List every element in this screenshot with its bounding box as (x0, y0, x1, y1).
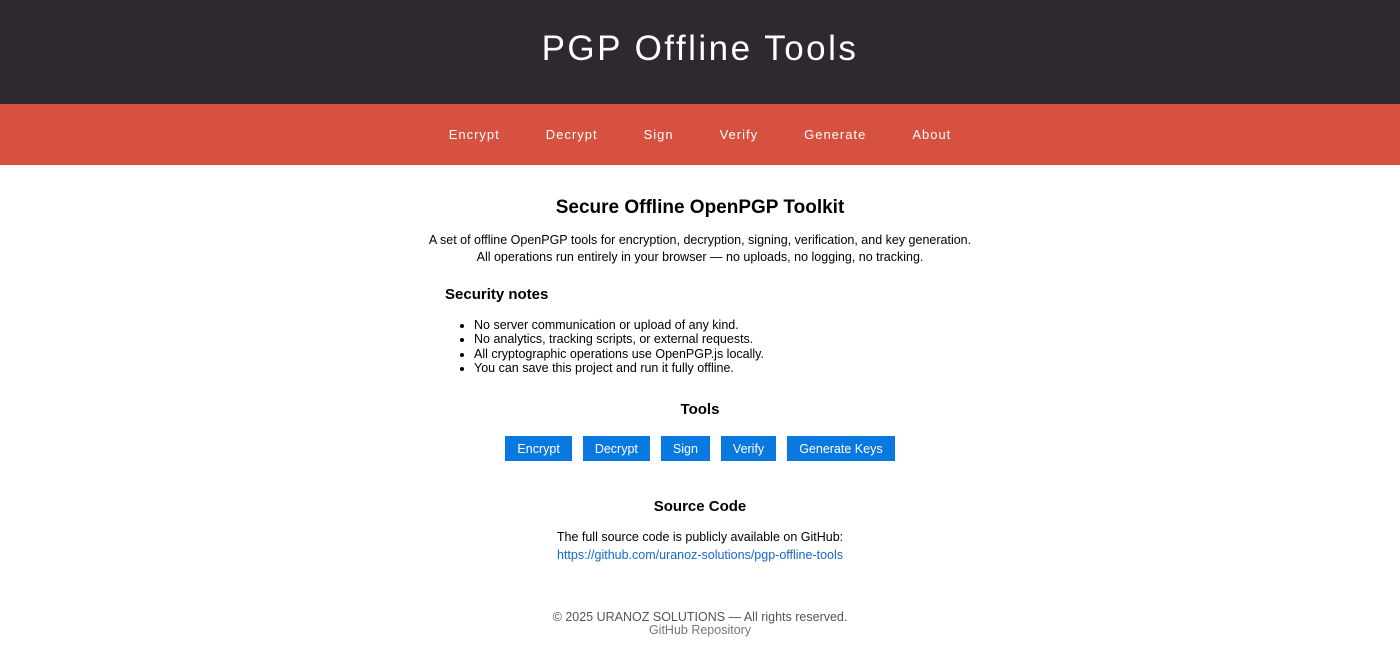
security-notes-heading: Security notes (445, 286, 549, 303)
decrypt-button[interactable]: Decrypt (582, 436, 650, 461)
intro-line-1: A set of offline OpenPGP tools for encry… (428, 233, 972, 247)
github-source-link[interactable]: https://github.com/uranoz-solutions/pgp-… (557, 548, 843, 562)
nav-generate-link[interactable]: Generate (804, 127, 866, 142)
security-notes-list: No server communication or upload of any… (445, 318, 764, 375)
list-item: All cryptographic operations use OpenPGP… (474, 347, 764, 361)
nav-encrypt-link[interactable]: Encrypt (449, 127, 500, 142)
verify-button[interactable]: Verify (720, 436, 777, 461)
sign-button[interactable]: Sign (660, 436, 710, 461)
page-title: Secure Offline OpenPGP Toolkit (555, 197, 845, 218)
site-title: PGP Offline Tools (541, 29, 859, 68)
nav-verify-link[interactable]: Verify (720, 127, 759, 142)
nav-sign-link[interactable]: Sign (644, 127, 674, 142)
main-nav: Encrypt Decrypt Sign Verify Generate Abo… (0, 104, 1400, 165)
list-item: No server communication or upload of any… (474, 318, 764, 332)
list-item: No analytics, tracking scripts, or exter… (474, 332, 764, 346)
encrypt-button[interactable]: Encrypt (505, 436, 572, 461)
site-footer: © 2025 URANOZ SOLUTIONS — All rights res… (0, 611, 1400, 637)
tools-button-group: Encrypt Decrypt Sign Verify Generate Key… (445, 436, 955, 461)
source-code-section: The full source code is publicly availab… (445, 529, 955, 564)
site-header: PGP Offline Tools (0, 0, 1400, 104)
generate-keys-button[interactable]: Generate Keys (787, 436, 895, 461)
list-item: You can save this project and run it ful… (474, 361, 764, 375)
source-code-text: The full source code is publicly availab… (556, 530, 844, 544)
intro-text: A set of offline OpenPGP tools for encry… (425, 232, 975, 266)
nav-about-link[interactable]: About (912, 127, 951, 142)
github-repository-link[interactable]: GitHub Repository (649, 623, 751, 637)
tools-heading: Tools (680, 401, 720, 418)
nav-decrypt-link[interactable]: Decrypt (546, 127, 598, 142)
intro-line-2: All operations run entirely in your brow… (476, 250, 924, 264)
source-code-heading: Source Code (653, 498, 747, 515)
